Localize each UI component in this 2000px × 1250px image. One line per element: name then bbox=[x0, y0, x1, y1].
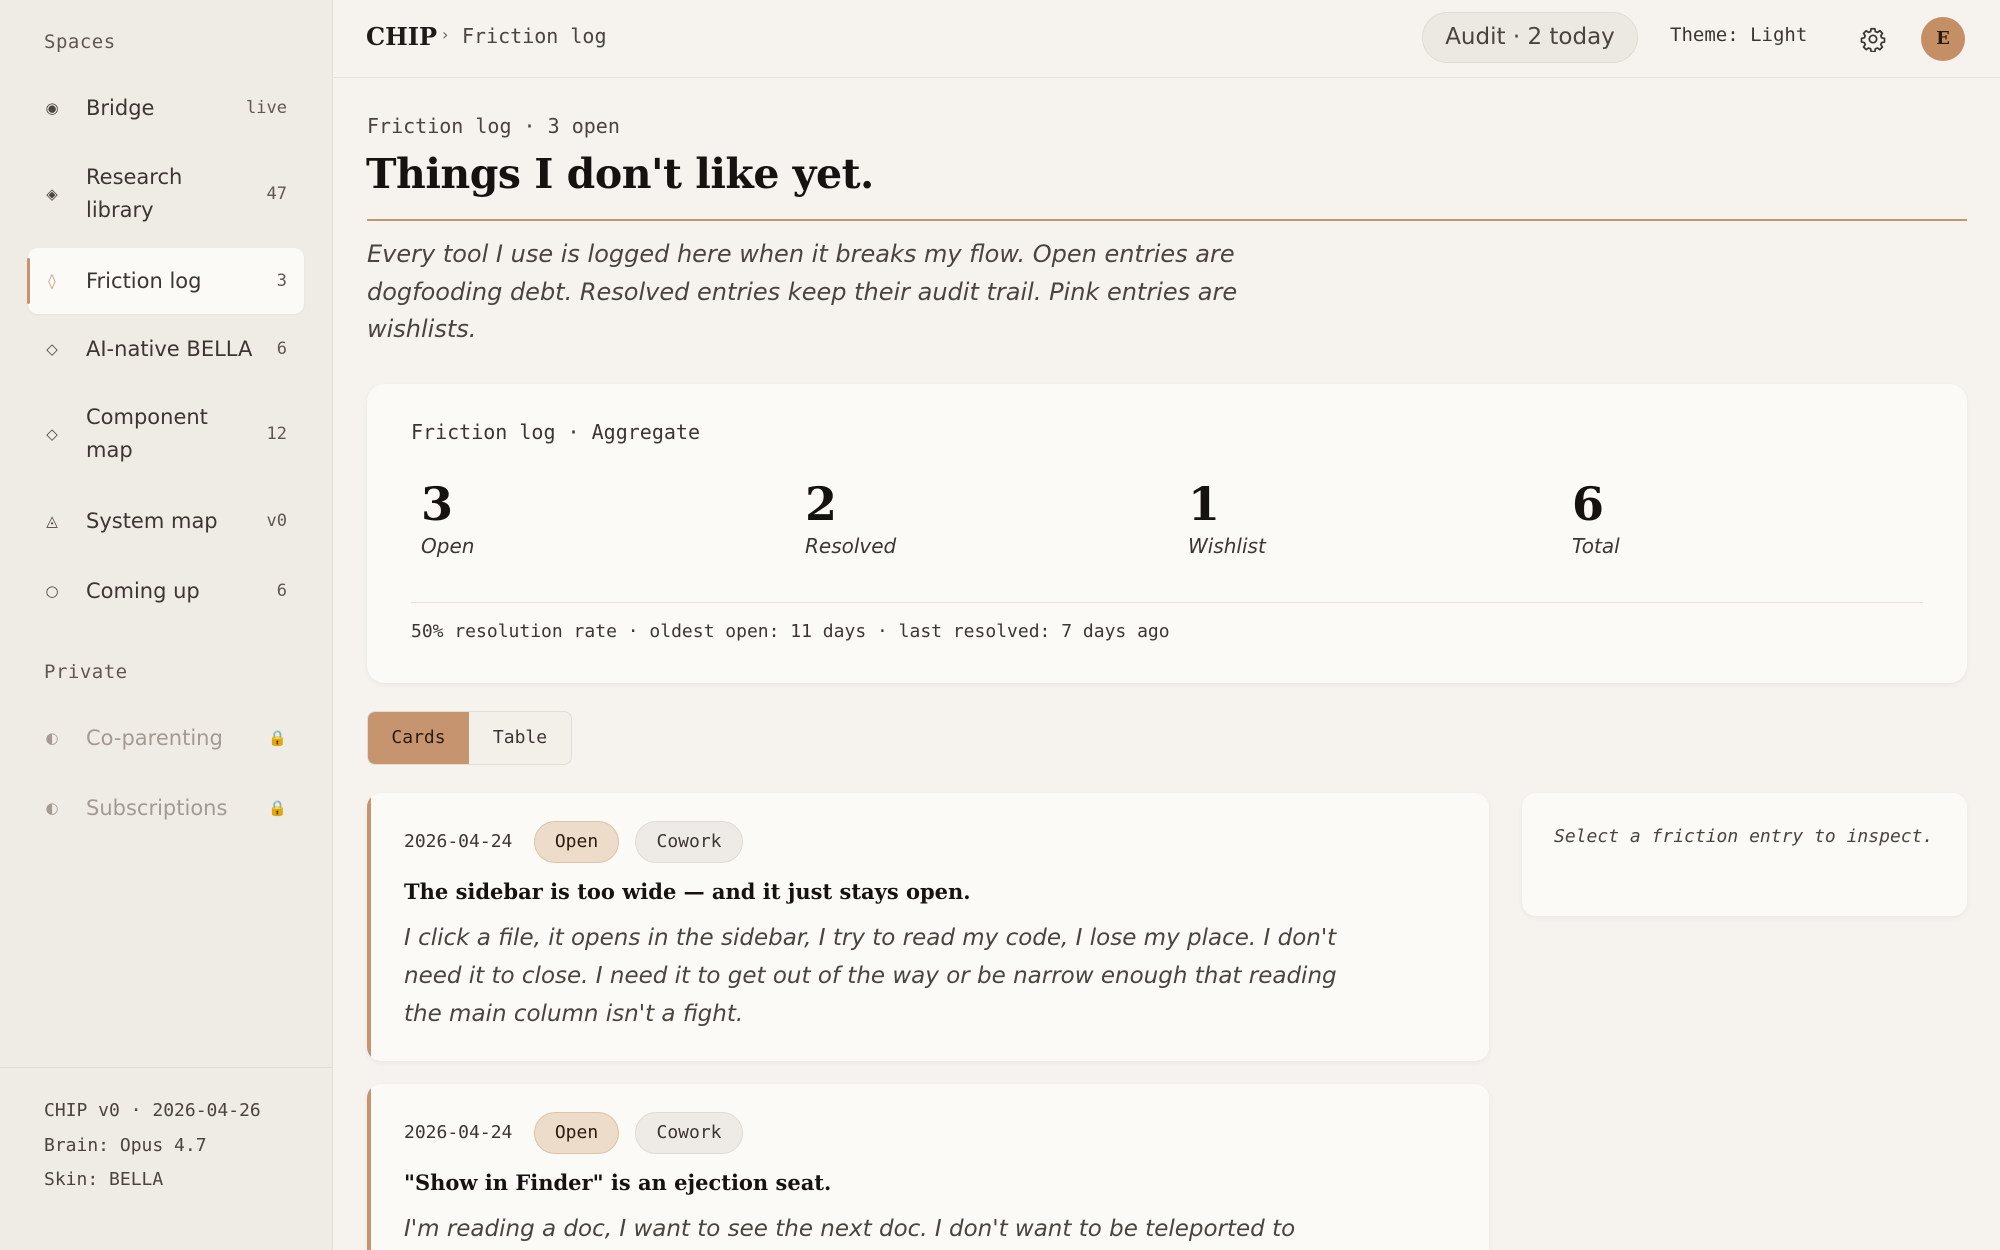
sidebar: Spaces ◉ Bridge live ◈ Research library … bbox=[0, 0, 333, 1250]
entry-body: I click a file, it opens in the sidebar,… bbox=[404, 925, 1337, 1027]
sidebar-item-count: 6 bbox=[276, 581, 287, 601]
sidebar-item-system-map[interactable]: ◬ System map v0 bbox=[28, 498, 304, 544]
sidebar-item-label: Subscriptions bbox=[86, 795, 228, 820]
top-bar: CHIP › Friction log Audit · 2 today Them… bbox=[334, 0, 2000, 78]
entry-body: I'm reading a doc, I want to see the nex… bbox=[404, 1216, 1296, 1242]
friction-entry-card[interactable]: 2026-04-24 Open Cowork "Show in Finder" … bbox=[367, 1084, 1489, 1250]
entry-date: 2026-04-24 bbox=[404, 831, 513, 852]
friction-entry-card[interactable]: 2026-04-24 Open Cowork The sidebar is to… bbox=[367, 793, 1489, 1061]
bullseye-icon: ◉ bbox=[45, 99, 59, 117]
chevron-right-icon: › bbox=[442, 25, 449, 44]
brain-text: Brain: Opus 4.7 bbox=[44, 1134, 207, 1156]
gear-icon[interactable] bbox=[1860, 26, 1886, 52]
skin-text: Skin: BELLA bbox=[44, 1169, 164, 1190]
stat-caption: Total bbox=[1572, 534, 1620, 558]
lozenge-icon: ◊ bbox=[48, 272, 56, 290]
stat-wishlist: 1 Wishlist bbox=[1188, 476, 1266, 558]
sidebar-item-label: System map bbox=[86, 508, 218, 533]
sidebar-item-label: AI-native BELLA bbox=[86, 336, 253, 361]
diamond-dot-icon: ◈ bbox=[46, 185, 58, 203]
aggregate-summary: 50% resolution rate · oldest open: 11 da… bbox=[411, 621, 1170, 642]
version-text: CHIP v0 · 2026-04-26 bbox=[44, 1100, 261, 1121]
audit-button[interactable]: Audit · 2 today bbox=[1422, 12, 1638, 63]
sidebar-item-count: 6 bbox=[276, 339, 287, 359]
sidebar-item-ai-native-bella[interactable]: ◇ AI-native BELLA 6 bbox=[28, 326, 304, 372]
stat-total: 6 Total bbox=[1572, 476, 1620, 558]
circle-outline-icon: ○ bbox=[45, 582, 59, 600]
sidebar-item-label: Coming up bbox=[86, 578, 200, 603]
entry-title: "Show in Finder" is an ejection seat. bbox=[404, 1170, 832, 1195]
page-eyebrow: Friction log · 3 open bbox=[367, 114, 620, 138]
stat-value: 2 bbox=[805, 477, 838, 531]
sidebar-item-component-map[interactable]: ◇ Component map 12 bbox=[28, 398, 304, 470]
private-heading: Private bbox=[44, 661, 128, 683]
status-badge: Open bbox=[534, 821, 619, 863]
inspector-placeholder: Select a friction entry to inspect. bbox=[1554, 826, 1934, 847]
avatar[interactable]: E bbox=[1921, 17, 1965, 61]
cards-view-button[interactable]: Cards bbox=[368, 712, 469, 764]
entry-title: The sidebar is too wide — and it just st… bbox=[404, 879, 971, 904]
view-toggle: Cards Table bbox=[367, 711, 572, 765]
stat-caption: Wishlist bbox=[1188, 534, 1266, 558]
half-circle-icon: ◐ bbox=[45, 799, 59, 817]
stat-resolved: 2 Resolved bbox=[805, 476, 896, 558]
aggregate-divider bbox=[411, 602, 1923, 603]
sidebar-item-count: 47 bbox=[266, 184, 287, 204]
breadcrumb: Friction log bbox=[462, 24, 607, 48]
sidebar-item-coming-up[interactable]: ○ Coming up 6 bbox=[28, 568, 304, 614]
sidebar-item-co-parenting[interactable]: ◐ Co-parenting 🔒 bbox=[28, 715, 304, 761]
page-intro: Every tool I use is logged here when it … bbox=[367, 240, 1238, 343]
stat-caption: Open bbox=[421, 534, 475, 558]
stat-value: 1 bbox=[1188, 477, 1221, 531]
tag-badge: Cowork bbox=[635, 821, 743, 863]
spaces-heading: Spaces bbox=[44, 31, 116, 53]
sidebar-item-label: Component map bbox=[86, 405, 208, 462]
sidebar-item-friction-log[interactable]: ◊ Friction log 3 bbox=[27, 248, 304, 314]
lock-icon: 🔒 bbox=[268, 729, 287, 747]
sidebar-item-count: 3 bbox=[276, 271, 287, 291]
half-circle-icon: ◐ bbox=[45, 729, 59, 747]
stat-open: 3 Open bbox=[421, 476, 474, 558]
sidebar-item-label: Bridge bbox=[86, 95, 155, 120]
stat-value: 3 bbox=[421, 477, 454, 531]
diamond-outline-icon: ◇ bbox=[46, 425, 58, 443]
sidebar-item-label: Co-parenting bbox=[86, 725, 223, 750]
sidebar-item-count: 12 bbox=[266, 424, 287, 444]
page-title: Things I don't like yet. bbox=[366, 150, 874, 198]
sidebar-item-count: v0 bbox=[266, 511, 287, 531]
entry-date: 2026-04-24 bbox=[404, 1122, 513, 1143]
title-divider bbox=[367, 219, 1967, 221]
sidebar-footer: CHIP v0 · 2026-04-26 Brain: Opus 4.7 Ski… bbox=[0, 1067, 333, 1250]
sidebar-item-bridge[interactable]: ◉ Bridge live bbox=[28, 84, 304, 132]
diamond-outline-icon: ◇ bbox=[46, 340, 58, 358]
triangle-dot-icon: ◬ bbox=[46, 512, 58, 530]
theme-toggle[interactable]: Theme: Light bbox=[1670, 24, 1807, 46]
lock-icon: 🔒 bbox=[268, 799, 287, 817]
sidebar-item-label: Research library bbox=[86, 165, 183, 222]
stat-value: 6 bbox=[1572, 477, 1605, 531]
sidebar-item-subscriptions[interactable]: ◐ Subscriptions 🔒 bbox=[28, 785, 304, 831]
stat-caption: Resolved bbox=[805, 534, 897, 558]
brand-logo[interactable]: CHIP bbox=[366, 22, 437, 51]
inspector-panel: Select a friction entry to inspect. bbox=[1522, 793, 1967, 916]
status-badge: Open bbox=[534, 1112, 619, 1154]
sidebar-item-count: live bbox=[246, 98, 287, 118]
sidebar-item-research-library[interactable]: ◈ Research library 47 bbox=[28, 158, 304, 230]
aggregate-card: Friction log · Aggregate 3 Open 2 Resolv… bbox=[367, 384, 1967, 683]
sidebar-item-label: Friction log bbox=[86, 268, 202, 293]
aggregate-label: Friction log · Aggregate bbox=[411, 420, 700, 444]
table-view-button[interactable]: Table bbox=[469, 712, 571, 764]
tag-badge: Cowork bbox=[635, 1112, 743, 1154]
